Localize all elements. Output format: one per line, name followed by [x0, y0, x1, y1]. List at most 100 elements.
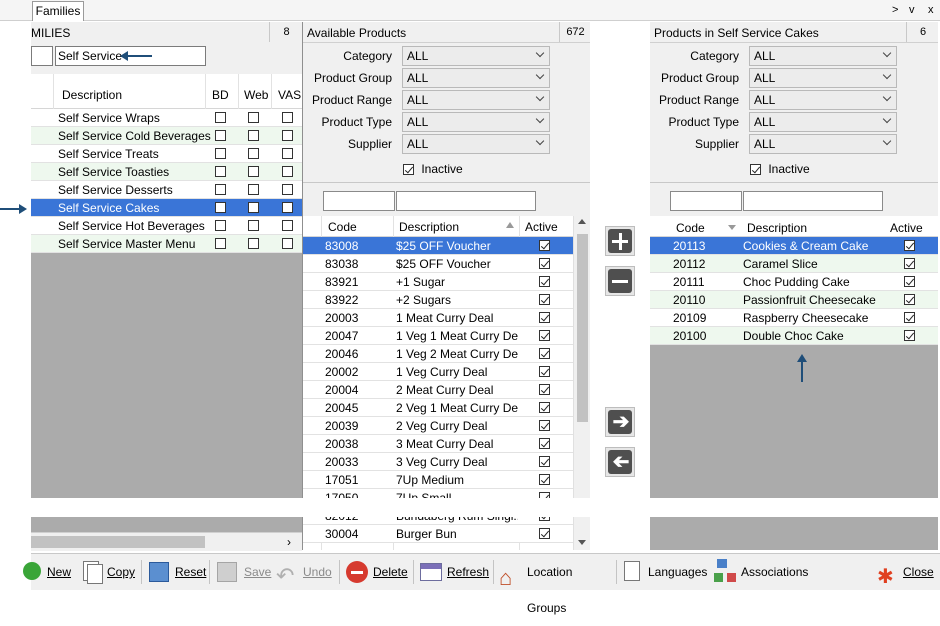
available-row[interactable]: 83008 $25 OFF Voucher [303, 237, 573, 255]
available-vscroll-thumb[interactable] [577, 234, 588, 422]
available-row[interactable]: 20039 2 Veg Curry Deal [303, 417, 573, 435]
available-active-checkbox[interactable] [539, 420, 550, 431]
family-web-checkbox[interactable] [248, 238, 259, 249]
available-row[interactable]: 20003 1 Meat Curry Deal [303, 309, 573, 327]
available-active-checkbox[interactable] [539, 456, 550, 467]
in-family-filter-select[interactable]: ALL [749, 46, 897, 66]
available-active-checkbox[interactable] [539, 276, 550, 287]
families-col-description[interactable]: Description [62, 88, 122, 102]
in-family-row[interactable]: 20100 Double Choc Cake [650, 327, 938, 345]
family-bd-checkbox[interactable] [215, 130, 226, 141]
available-row[interactable]: 20038 3 Meat Curry Deal [303, 435, 573, 453]
minimize-icon[interactable]: v [909, 4, 915, 16]
remove-family-button[interactable] [605, 266, 635, 296]
families-col-web[interactable]: Web [244, 88, 268, 102]
family-vas-checkbox[interactable] [282, 148, 293, 159]
family-bd-checkbox[interactable] [215, 112, 226, 123]
available-row[interactable]: 20004 2 Meat Curry Deal [303, 381, 573, 399]
available-row[interactable]: 20045 2 Veg 1 Meat Curry Deal [303, 399, 573, 417]
in-family-active-checkbox[interactable] [904, 258, 915, 269]
available-active-checkbox[interactable] [539, 294, 550, 305]
close-tab-icon[interactable]: x [928, 4, 934, 16]
in-family-active-checkbox[interactable] [904, 276, 915, 287]
in-family-filter-select[interactable]: ALL [749, 68, 897, 88]
families-col-bd[interactable]: BD [212, 88, 229, 102]
in-family-active-checkbox[interactable] [904, 330, 915, 341]
family-vas-checkbox[interactable] [282, 238, 293, 249]
family-row[interactable]: Self Service Hot Beverages [31, 217, 302, 235]
available-row[interactable]: 83921 +1 Sugar [303, 273, 573, 291]
family-row[interactable]: Self Service Master Menu [31, 235, 302, 253]
family-vas-checkbox[interactable] [282, 130, 293, 141]
available-filter-select[interactable]: ALL [402, 68, 550, 88]
in-family-col-active[interactable]: Active [890, 221, 923, 235]
in-family-active-checkbox[interactable] [904, 294, 915, 305]
available-active-checkbox[interactable] [539, 330, 550, 341]
scroll-up-icon[interactable] [578, 219, 586, 224]
available-row[interactable]: 20033 3 Veg Curry Deal [303, 453, 573, 471]
in-family-filter-select[interactable]: ALL [749, 112, 897, 132]
family-web-checkbox[interactable] [248, 130, 259, 141]
in-family-inactive-checkbox[interactable] [750, 164, 761, 176]
family-web-checkbox[interactable] [248, 166, 259, 177]
in-family-col-description[interactable]: Description [747, 221, 807, 235]
available-active-checkbox[interactable] [539, 312, 550, 323]
family-row[interactable]: Self Service Desserts [31, 181, 302, 199]
available-active-checkbox[interactable] [539, 438, 550, 449]
families-hscroll[interactable]: › [31, 532, 302, 551]
available-desc-search-input[interactable] [396, 191, 536, 211]
family-bd-checkbox[interactable] [215, 148, 226, 159]
families-hscroll-thumb[interactable] [31, 536, 205, 548]
available-col-description[interactable]: Description [399, 220, 459, 234]
family-bd-checkbox[interactable] [215, 220, 226, 231]
in-family-code-search-input[interactable] [670, 191, 742, 211]
family-web-checkbox[interactable] [248, 112, 259, 123]
available-filter-select[interactable]: ALL [402, 112, 550, 132]
available-active-checkbox[interactable] [539, 402, 550, 413]
tab-families[interactable]: Families [32, 1, 84, 21]
available-inactive[interactable]: Inactive [403, 162, 463, 176]
family-vas-checkbox[interactable] [282, 202, 293, 213]
family-web-checkbox[interactable] [248, 148, 259, 159]
available-inactive-checkbox[interactable] [403, 164, 414, 176]
available-row[interactable]: 20047 1 Veg 1 Meat Curry Deal [303, 327, 573, 345]
family-row[interactable]: Self Service Toasties [31, 163, 302, 181]
available-active-checkbox[interactable] [539, 258, 550, 269]
available-row[interactable]: 20002 1 Veg Curry Deal [303, 363, 573, 381]
family-bd-checkbox[interactable] [215, 238, 226, 249]
scroll-right-icon[interactable]: > [892, 4, 898, 16]
family-web-checkbox[interactable] [248, 184, 259, 195]
family-vas-checkbox[interactable] [282, 112, 293, 123]
add-family-button[interactable] [605, 226, 635, 256]
available-row[interactable]: 17051 7Up Medium [303, 471, 573, 489]
available-col-active[interactable]: Active [525, 220, 558, 234]
family-web-checkbox[interactable] [248, 202, 259, 213]
in-family-desc-search-input[interactable] [743, 191, 883, 211]
family-vas-checkbox[interactable] [282, 166, 293, 177]
move-left-button[interactable]: ➔ [605, 447, 635, 477]
available-active-checkbox[interactable] [539, 528, 550, 539]
available-filter-select[interactable]: ALL [402, 90, 550, 110]
family-web-checkbox[interactable] [248, 220, 259, 231]
in-family-col-code[interactable]: Code [676, 221, 705, 235]
family-row[interactable]: Self Service Cakes [31, 199, 302, 217]
in-family-row[interactable]: 20110 Passionfruit Cheesecake [650, 291, 938, 309]
available-code-search-input[interactable] [323, 191, 395, 211]
available-row[interactable]: 20046 1 Veg 2 Meat Curry Deal [303, 345, 573, 363]
available-filter-select[interactable]: ALL [402, 134, 550, 154]
available-active-checkbox[interactable] [539, 366, 550, 377]
families-col-vas[interactable]: VAS [278, 88, 301, 102]
in-family-row[interactable]: 20112 Caramel Slice [650, 255, 938, 273]
available-row[interactable]: 30004 Burger Bun [303, 525, 573, 543]
family-row[interactable]: Self Service Wraps [31, 109, 302, 127]
family-bd-checkbox[interactable] [215, 166, 226, 177]
in-family-row[interactable]: 20111 Choc Pudding Cake [650, 273, 938, 291]
available-col-code[interactable]: Code [328, 220, 357, 234]
scroll-down-icon[interactable] [578, 540, 586, 545]
available-row[interactable]: 83038 $25 OFF Voucher [303, 255, 573, 273]
in-family-row[interactable]: 20109 Raspberry Cheesecake [650, 309, 938, 327]
family-row[interactable]: Self Service Cold Beverages [31, 127, 302, 145]
family-bd-checkbox[interactable] [215, 184, 226, 195]
available-active-checkbox[interactable] [539, 474, 550, 485]
in-family-inactive[interactable]: Inactive [750, 162, 810, 176]
